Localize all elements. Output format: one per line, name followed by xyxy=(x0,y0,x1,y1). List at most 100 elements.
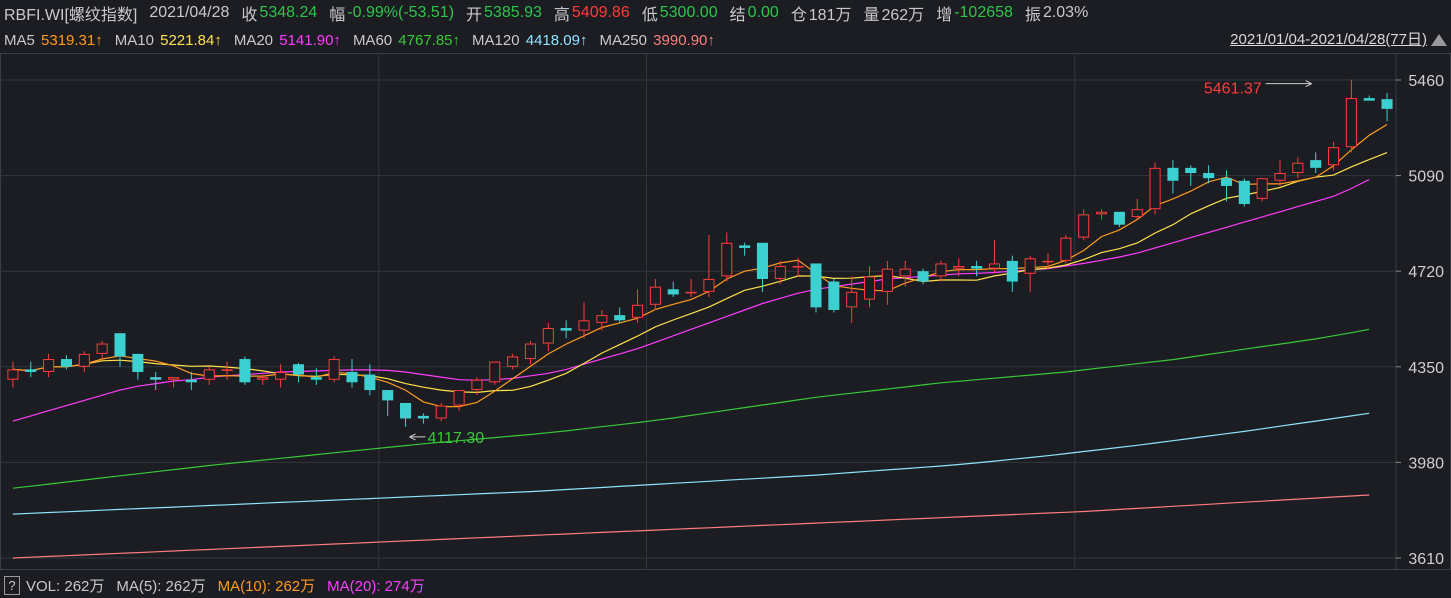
triangle-up-icon[interactable] xyxy=(1431,34,1447,46)
candle xyxy=(864,266,876,308)
amplitude-label: 振 xyxy=(1024,7,1041,24)
candle-body xyxy=(1113,211,1125,225)
candle xyxy=(7,361,19,388)
candle-body xyxy=(1256,178,1268,199)
candle-body xyxy=(1292,162,1304,174)
candle-body xyxy=(1274,173,1286,181)
candle xyxy=(185,371,197,391)
candle xyxy=(721,232,733,282)
candle xyxy=(292,362,304,383)
candle-body xyxy=(614,315,626,321)
candle-body xyxy=(221,369,233,371)
candle-body xyxy=(168,377,180,380)
help-icon[interactable]: ? xyxy=(4,575,20,595)
y-tick-label: 3980 xyxy=(1408,455,1444,472)
candle xyxy=(1131,198,1143,220)
change-label: 幅 xyxy=(329,7,346,24)
candle-body xyxy=(703,278,715,292)
high-annotation: 5461.37 xyxy=(1204,81,1262,98)
candle-body xyxy=(792,266,804,268)
candle-body xyxy=(400,402,412,419)
candle-body xyxy=(275,371,287,380)
candle-body xyxy=(988,263,1000,269)
vol-ma10: MA(10): 262万 xyxy=(217,577,316,595)
candle xyxy=(596,309,608,331)
candle-body xyxy=(1238,180,1250,205)
vol-ma20: MA(20): 274万 xyxy=(327,577,425,595)
candle-body xyxy=(507,356,519,367)
vol-value: VOL: 262万 xyxy=(26,577,105,595)
candle-body xyxy=(417,415,429,419)
candle-body xyxy=(78,353,90,367)
date-range-link[interactable]: 2021/01/04-2021/04/28(77日) xyxy=(1230,28,1427,52)
candlestick-chart[interactable]: 5460 5090 4720 4350 3980 3610 5461.37 4117.30 xyxy=(0,53,1451,570)
candle-body xyxy=(828,281,840,310)
candle xyxy=(1328,142,1340,171)
candle xyxy=(1060,235,1072,264)
candle xyxy=(632,289,644,323)
candle-body xyxy=(60,359,72,367)
candle xyxy=(1363,95,1375,101)
quote-header: RBFI.WI[螺纹指数] 2021/04/28 收 5348.24 幅 -0.99… xyxy=(0,0,1451,26)
candle-body xyxy=(1078,214,1090,238)
ma20-line xyxy=(12,178,1370,422)
candle xyxy=(364,364,376,396)
candle xyxy=(382,390,394,416)
ma60-label: MA60 xyxy=(352,31,393,49)
quote-date: 2021/04/28 xyxy=(149,4,230,21)
oi-label: 仓 xyxy=(790,7,807,24)
candle-body xyxy=(25,369,37,372)
open-label: 开 xyxy=(466,7,483,24)
candle xyxy=(1238,178,1250,207)
candle xyxy=(239,356,251,385)
candle-body xyxy=(7,369,19,380)
candle xyxy=(489,361,501,385)
candle xyxy=(971,260,983,277)
chart-grid xyxy=(0,53,1451,570)
symbol-title[interactable]: RBFI.WI[螺纹指数] xyxy=(4,1,137,25)
candle xyxy=(1310,152,1322,174)
candle-body xyxy=(560,328,572,331)
low-value: 5300.00 xyxy=(659,4,718,21)
candle-body xyxy=(1345,98,1357,148)
candle xyxy=(810,263,822,313)
candle xyxy=(578,302,590,339)
volume-value: 262万 xyxy=(881,7,925,24)
candle xyxy=(78,351,90,372)
ma120-label: MA120 xyxy=(472,31,520,49)
candle-body xyxy=(328,359,340,380)
candle-body xyxy=(935,263,947,277)
candle-body xyxy=(524,343,536,360)
y-tick-label: 5090 xyxy=(1408,169,1444,186)
candle xyxy=(453,390,465,411)
candle xyxy=(400,402,412,427)
candle-body xyxy=(150,377,162,380)
candle-body xyxy=(542,328,554,344)
ma250-value: 3990.90↑ xyxy=(653,31,715,49)
candle-body xyxy=(382,390,394,401)
candle xyxy=(132,353,144,380)
y-tick-label: 4720 xyxy=(1408,264,1444,281)
candle xyxy=(560,320,572,339)
candle-body xyxy=(1185,167,1197,174)
candle xyxy=(435,402,447,422)
ma120-value: 4418.09↑ xyxy=(525,31,588,49)
ma250-line xyxy=(12,494,1370,559)
candle xyxy=(614,307,626,323)
candle xyxy=(328,356,340,383)
open-value: 5385.93 xyxy=(484,4,542,21)
y-tick-label: 4350 xyxy=(1408,360,1444,377)
candle xyxy=(1274,160,1286,186)
candle-body xyxy=(1149,167,1161,210)
candle-body xyxy=(257,377,269,380)
candle xyxy=(542,322,554,352)
candle xyxy=(667,281,679,298)
ma60-line xyxy=(12,328,1370,489)
candle xyxy=(881,260,893,305)
candle-body xyxy=(685,291,697,294)
candle-body xyxy=(667,289,679,295)
vol-ma5: MA(5): 262万 xyxy=(116,577,206,595)
candle-body xyxy=(649,286,661,305)
change-value: -0.99%(-53.51) xyxy=(347,4,455,21)
candle xyxy=(756,242,768,292)
